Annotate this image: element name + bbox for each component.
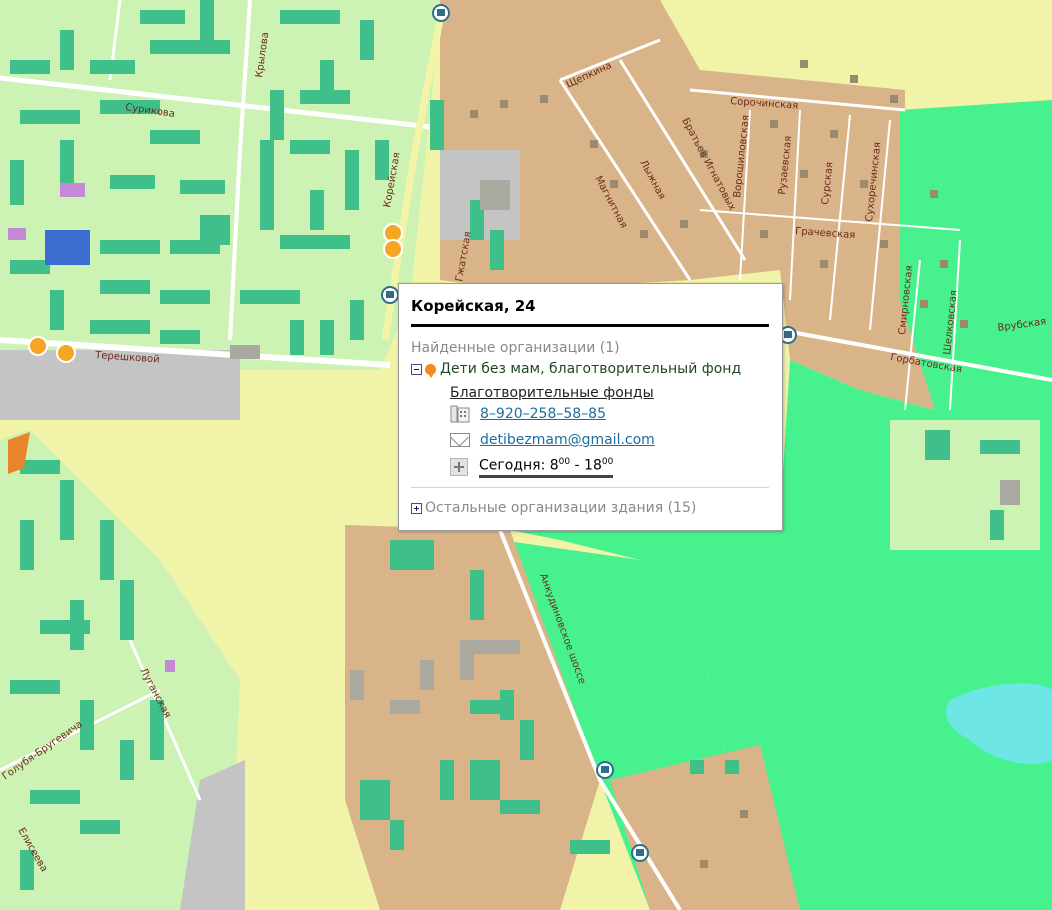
- other-organizations-row[interactable]: Остальные организации здания (15): [411, 500, 696, 516]
- building-violet-3: [165, 660, 175, 672]
- organization-name[interactable]: Дети без мам, благотворительный фонд: [440, 361, 741, 377]
- organization-category-link[interactable]: Благотворительные фонды: [450, 385, 654, 401]
- hours-end: - 18: [570, 457, 602, 474]
- expand-icon[interactable]: [411, 502, 422, 514]
- hours-end-minutes: 00: [601, 457, 614, 467]
- popup-separator: [411, 487, 769, 488]
- organization-row[interactable]: Дети без мам, благотворительный фонд: [411, 361, 741, 378]
- email-row: detibezmam@gmail.com: [450, 432, 655, 448]
- popup-divider: [411, 324, 769, 327]
- hours-start: Сегодня: 8: [479, 457, 559, 474]
- email-link[interactable]: detibezmam@gmail.com: [480, 432, 655, 448]
- building-blue: [45, 230, 90, 265]
- building-violet: [60, 183, 85, 197]
- popup-title: Корейская, 24: [411, 297, 536, 315]
- map-pin-icon: [425, 363, 436, 378]
- poi-marker-icon[interactable]: [56, 343, 76, 363]
- building-violet-2: [8, 228, 26, 240]
- envelope-icon: [450, 433, 470, 447]
- bus-stop-icon[interactable]: [381, 286, 399, 304]
- poi-marker-icon[interactable]: [28, 336, 48, 356]
- hours-start-minutes: 00: [558, 457, 571, 467]
- working-hours[interactable]: Сегодня: 800 - 1800: [479, 457, 614, 478]
- phone-link[interactable]: 8–920–258–58–85: [480, 406, 606, 422]
- expand-hours-icon[interactable]: [450, 458, 468, 477]
- poi-marker-icon[interactable]: [383, 239, 403, 259]
- bus-stop-icon[interactable]: [631, 844, 649, 862]
- phone-row: 8–920–258–58–85: [450, 405, 606, 423]
- bus-stop-icon[interactable]: [596, 761, 614, 779]
- found-organizations-label: Найденные организации (1): [411, 340, 620, 356]
- collapse-icon[interactable]: [411, 363, 422, 375]
- other-organizations-label[interactable]: Остальные организации здания (15): [425, 500, 696, 516]
- hours-row[interactable]: Сегодня: 800 - 1800: [450, 457, 614, 478]
- bus-stop-icon[interactable]: [432, 4, 450, 22]
- phone-icon: [450, 405, 470, 423]
- building-info-popup: Корейская, 24 Найденные организации (1) …: [398, 283, 783, 531]
